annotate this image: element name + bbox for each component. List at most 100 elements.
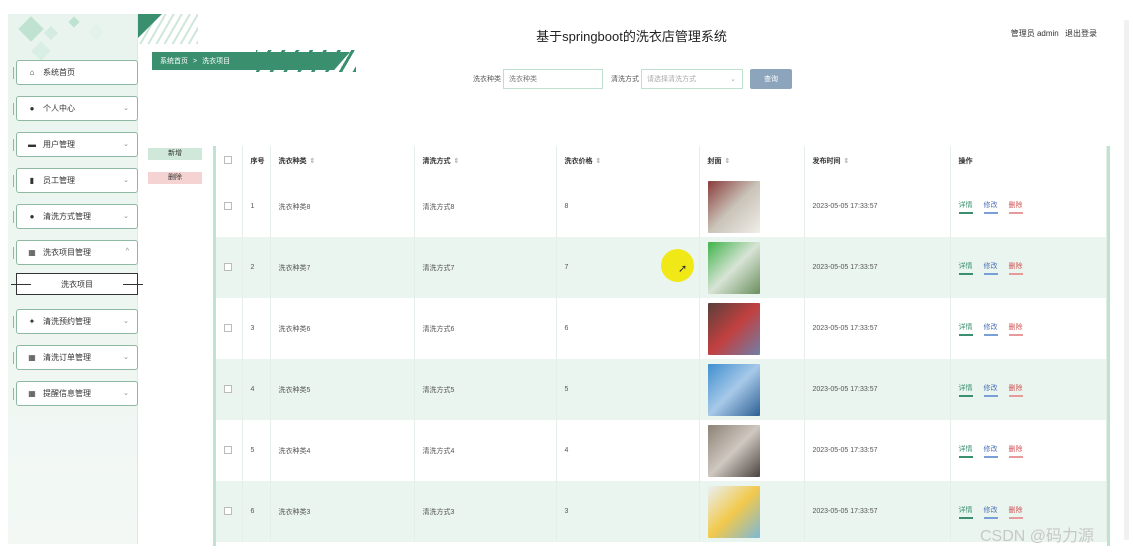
cell-ops: 详情 修改 删除 <box>950 420 1107 481</box>
checkbox[interactable] <box>224 262 232 271</box>
sidebar-item[interactable]: ● 清洗方式管理 ⌄ <box>13 204 138 229</box>
checkbox[interactable] <box>224 445 232 454</box>
sidebar-item-label: 员工管理 <box>43 176 75 185</box>
chevron-down-icon: ⌄ <box>123 318 129 325</box>
row-select[interactable] <box>216 481 243 542</box>
sort-icon[interactable]: ⇕ <box>596 158 602 165</box>
cover-image[interactable] <box>707 241 760 294</box>
submenu-decoration <box>123 284 143 285</box>
edit-link[interactable]: 修改 <box>983 200 998 214</box>
cell-method: 清洗方式8 <box>414 176 557 237</box>
sort-icon[interactable]: ⇕ <box>310 158 316 165</box>
checkbox[interactable] <box>224 384 232 393</box>
sidebar-item[interactable]: ● 个人中心 ⌄ <box>13 96 138 121</box>
table-row: 5 洗衣种类4 清洗方式4 4 2023-05-05 17:33:57 详情 修改 删除 <box>216 420 1107 481</box>
grid-icon: ▦ <box>28 389 36 398</box>
cell-cover <box>699 420 805 481</box>
method-select[interactable]: 请选择清洗方式 ⌄ <box>641 69 743 89</box>
kind-search-input[interactable] <box>503 69 603 89</box>
edit-link[interactable]: 修改 <box>983 505 998 519</box>
cover-image[interactable] <box>707 363 760 416</box>
sidebar-item[interactable]: ▦ 清洗订单管理 ⌄ <box>13 345 138 370</box>
chevron-down-icon: ⌄ <box>123 105 129 112</box>
delete-link[interactable]: 删除 <box>1008 505 1023 519</box>
user-area: 管理员 admin 退出登录 <box>1007 28 1097 39</box>
table-row: 4 洗衣种类5 清洗方式5 5 2023-05-05 17:33:57 详情 修改 删除 <box>216 359 1107 420</box>
cell-no: 3 <box>242 298 271 359</box>
cell-time: 2023-05-05 17:33:57 <box>804 359 951 420</box>
header-select-all[interactable] <box>216 146 243 176</box>
row-select[interactable] <box>216 420 243 481</box>
detail-link[interactable]: 详情 <box>958 444 973 458</box>
sort-icon[interactable]: ⇕ <box>454 158 460 165</box>
row-select[interactable] <box>216 237 243 298</box>
delete-button[interactable]: 删除 <box>148 172 202 184</box>
cell-kind: 洗衣种类5 <box>270 359 415 420</box>
cover-image[interactable] <box>707 180 760 233</box>
breadcrumb: 系统首页 > 洗衣项目 <box>152 52 350 70</box>
cover-image[interactable] <box>707 424 760 477</box>
cell-kind: 洗衣种类6 <box>270 298 415 359</box>
sort-icon[interactable]: ⇕ <box>725 158 731 165</box>
sidebar-item[interactable]: ✦ 清洗预约管理 ⌄ <box>13 309 138 334</box>
cell-method: 清洗方式4 <box>414 420 557 481</box>
edit-link[interactable]: 修改 <box>983 261 998 275</box>
sort-icon[interactable]: ⇕ <box>844 158 850 165</box>
cell-cover <box>699 481 805 542</box>
cell-time: 2023-05-05 17:33:57 <box>804 237 951 298</box>
cover-image[interactable] <box>707 485 760 538</box>
checkbox[interactable] <box>224 201 232 210</box>
sidebar-item-label: 用户管理 <box>43 140 75 149</box>
row-select[interactable] <box>216 176 243 237</box>
sidebar: ⌂ 系统首页 ● 个人中心 ⌄ ▬ 用户管理 ⌄ ▮ 员工管理 ⌄ ● 清洗方式管理 ⌄ ▦ 洗衣项目管理 ^ 洗… <box>8 14 143 544</box>
edit-link[interactable]: 修改 <box>983 383 998 397</box>
cover-image[interactable] <box>707 302 760 355</box>
header-method[interactable]: 清洗方式 ⇕ <box>414 146 557 176</box>
chevron-down-icon: ⌄ <box>123 354 129 361</box>
sidebar-item[interactable]: ▮ 员工管理 ⌄ <box>13 168 138 193</box>
submenu-item[interactable]: 洗衣项目 <box>11 273 143 295</box>
cell-method: 清洗方式6 <box>414 298 557 359</box>
query-button[interactable]: 查询 <box>750 69 792 89</box>
detail-link[interactable]: 详情 <box>958 505 973 519</box>
table-header-row: 序号 洗衣种类 ⇕ 清洗方式 ⇕ 洗衣价格 ⇕ 封面 ⇕ 发布时间 ⇕ 操作 <box>216 146 1107 176</box>
sidebar-item[interactable]: ▬ 用户管理 ⌄ <box>13 132 138 157</box>
checkbox[interactable] <box>224 323 232 332</box>
delete-link[interactable]: 删除 <box>1008 444 1023 458</box>
vertical-scrollbar[interactable] <box>1124 20 1129 540</box>
row-select[interactable] <box>216 359 243 420</box>
header-kind[interactable]: 洗衣种类 ⇕ <box>270 146 415 176</box>
delete-link[interactable]: 删除 <box>1008 261 1023 275</box>
sidebar-item[interactable]: ▦ 洗衣项目管理 ^ <box>13 240 138 265</box>
watermark: CSDN @码力源 <box>980 528 1095 545</box>
add-button[interactable]: 新增 <box>148 148 202 160</box>
delete-link[interactable]: 删除 <box>1008 200 1023 214</box>
user-label: 管理员 admin <box>1010 29 1059 38</box>
row-select[interactable] <box>216 298 243 359</box>
edit-link[interactable]: 修改 <box>983 444 998 458</box>
chevron-down-icon: ⌄ <box>123 213 129 220</box>
checkbox[interactable] <box>224 506 232 515</box>
detail-link[interactable]: 详情 <box>958 261 973 275</box>
header-cover[interactable]: 封面 ⇕ <box>699 146 805 176</box>
detail-link[interactable]: 详情 <box>958 200 973 214</box>
edit-link[interactable]: 修改 <box>983 322 998 336</box>
cell-price: 5 <box>556 359 700 420</box>
grid-icon: ▦ <box>28 248 36 257</box>
header-time[interactable]: 发布时间 ⇕ <box>804 146 951 176</box>
header-price[interactable]: 洗衣价格 ⇕ <box>556 146 700 176</box>
delete-link[interactable]: 删除 <box>1008 383 1023 397</box>
cell-cover <box>699 176 805 237</box>
sidebar-item[interactable]: ▦ 提醒信息管理 ⌄ <box>13 381 138 406</box>
detail-link[interactable]: 详情 <box>958 322 973 336</box>
cell-price: 6 <box>556 298 700 359</box>
sidebar-item-label: 清洗方式管理 <box>43 212 91 221</box>
search-bar: 洗衣种类 清洗方式 请选择清洗方式 ⌄ 查询 <box>473 69 792 89</box>
breadcrumb-root[interactable]: 系统首页 <box>160 56 188 66</box>
logout-link[interactable]: 退出登录 <box>1065 29 1097 38</box>
breadcrumb-current: 洗衣项目 <box>202 58 231 65</box>
sidebar-item[interactable]: ⌂ 系统首页 <box>13 60 138 85</box>
checkbox[interactable] <box>224 156 232 164</box>
delete-link[interactable]: 删除 <box>1008 322 1023 336</box>
detail-link[interactable]: 详情 <box>958 383 973 397</box>
